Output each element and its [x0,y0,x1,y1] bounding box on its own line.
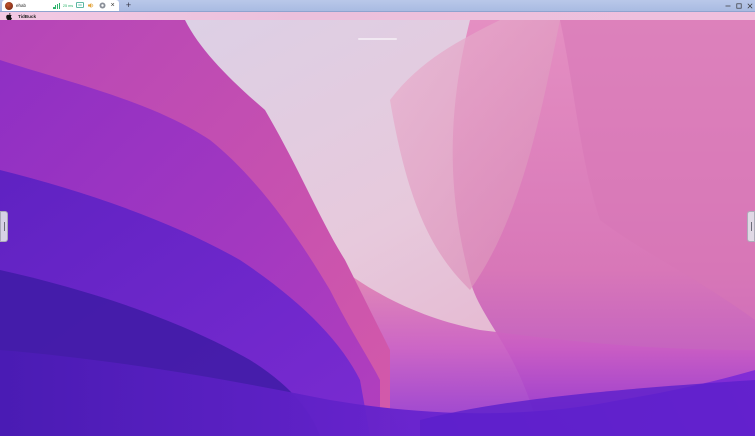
gear-icon[interactable] [98,2,106,9]
desktop-wallpaper [0,20,755,436]
maximize-icon[interactable] [735,3,742,10]
active-app-name[interactable]: TidBuck [18,14,36,19]
apple-logo-icon[interactable] [6,12,12,20]
close-icon[interactable]: × [109,2,116,9]
display-icon[interactable] [76,2,85,9]
window-controls [724,0,753,12]
new-tab-button[interactable]: + [124,1,133,10]
avatar [5,1,13,10]
session-tab[interactable]: ehab 25 ms × [2,0,119,11]
top-drawer-handle[interactable] [358,38,397,40]
left-panel-handle[interactable] [0,211,8,242]
session-tab-bar: ehab 25 ms × + [0,0,755,12]
session-tab-name: ehab [16,3,27,8]
macos-menu-bar: TidBuck [0,12,755,20]
right-panel-handle[interactable] [747,211,755,242]
signal-strength-icon [53,2,60,9]
minimize-icon[interactable] [724,3,731,10]
latency-readout: 25 ms [62,3,74,8]
window-close-icon[interactable] [746,3,753,10]
speaker-icon[interactable] [87,2,95,9]
